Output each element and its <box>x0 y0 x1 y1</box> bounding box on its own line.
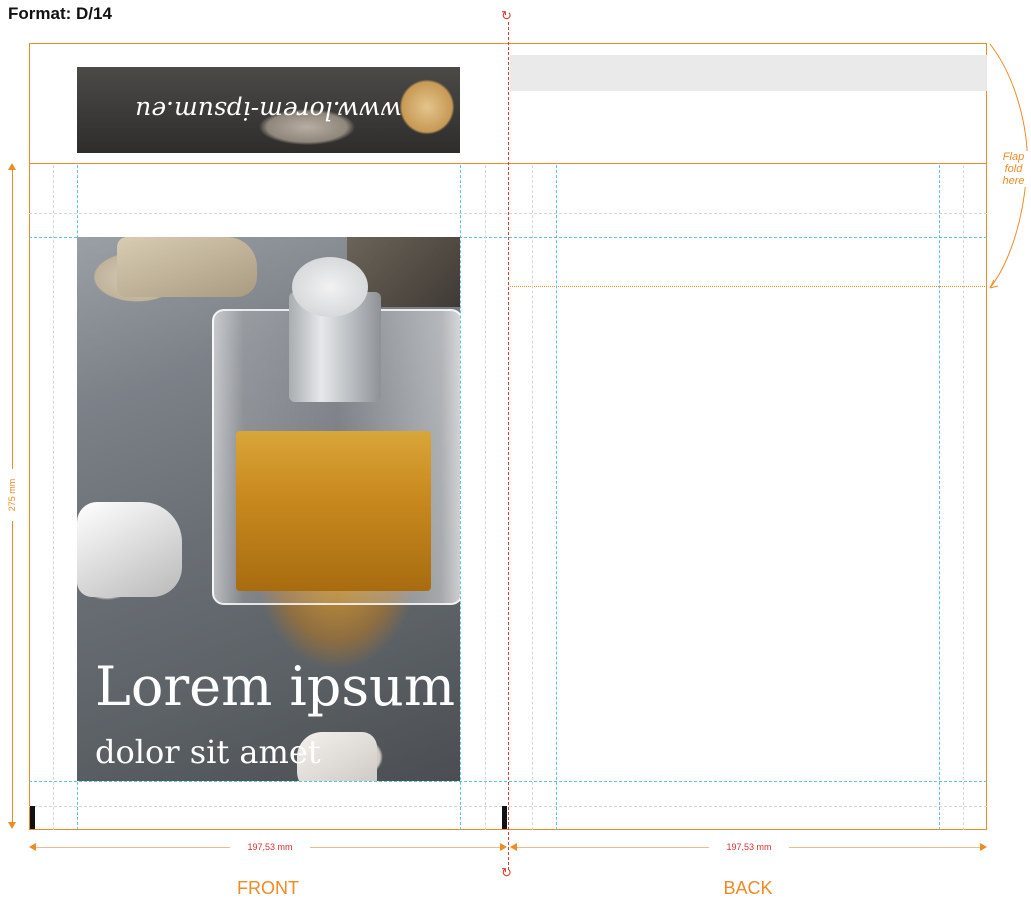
front-width-label: 197,53 mm <box>230 842 310 852</box>
flap-fold-note: Flap fold here <box>996 151 1031 187</box>
back-label: BACK <box>723 878 773 898</box>
format-title: Format: D/14 <box>8 4 112 23</box>
perfume-liquid <box>236 431 431 591</box>
arrow-right-icon <box>500 843 507 851</box>
arrow-left-icon <box>29 843 36 851</box>
cover-headline: Lorem ipsum <box>95 655 456 718</box>
fold-arrow-icon: ↻ <box>501 8 512 23</box>
flap-banner-image: www.lorem-ipsum.eu <box>77 67 460 153</box>
fold-arrow-icon: ↻ <box>501 865 512 880</box>
bleed-guide-v <box>485 165 486 830</box>
back-flap-gray-band <box>510 55 987 91</box>
registration-mark <box>502 806 507 829</box>
flap-note-line: Flap <box>1002 151 1025 163</box>
back-dotted-guide <box>510 286 987 287</box>
front-cover-image: Lorem ipsum dolor sit amet <box>77 237 460 781</box>
rock-shape <box>117 237 257 297</box>
center-fold-line <box>508 22 509 870</box>
arrow-right-icon <box>980 843 987 851</box>
bleed-guide-v <box>53 165 54 830</box>
height-dimension-label: 275 mm <box>7 469 17 521</box>
bleed-guide-v <box>532 165 533 830</box>
guide-v <box>556 165 557 830</box>
crystal-shape <box>77 502 182 597</box>
flap-note-line: fold <box>1004 163 1023 175</box>
arrow-down-icon <box>8 822 16 829</box>
arrow-left-icon <box>510 843 517 851</box>
back-width-label: 197,53 mm <box>709 842 789 852</box>
banner-url-text: www.lorem-ipsum.eu <box>135 96 402 125</box>
registration-mark <box>30 806 35 829</box>
guide-v <box>939 165 940 830</box>
flap-note-line: here <box>1002 175 1025 187</box>
guide-v <box>460 165 461 830</box>
arrow-up-icon <box>8 163 16 170</box>
bottle-cap-top <box>292 257 368 317</box>
front-label: FRONT <box>237 878 299 898</box>
cover-subline: dolor sit amet <box>95 733 321 771</box>
bleed-guide-v <box>963 165 964 830</box>
